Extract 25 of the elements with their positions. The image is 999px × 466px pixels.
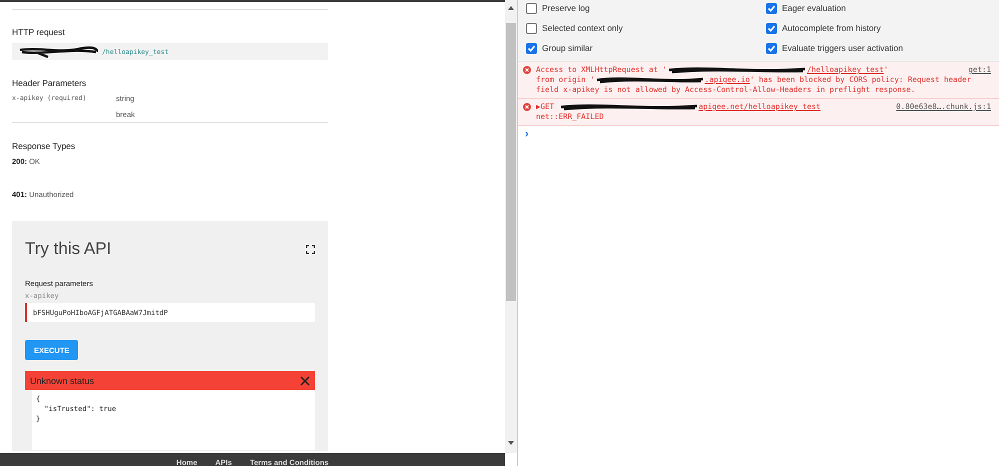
scroll-up-icon[interactable] [508,6,514,10]
panel-title: Try this API [25,239,112,259]
setting-label: Selected context only [542,23,623,33]
error-icon [523,66,531,74]
setting-label: Autocomplete from history [782,23,881,33]
error-icon [523,103,531,111]
section-heading: Response Types [12,141,76,151]
console-prompt[interactable]: › [525,128,529,140]
setting-label: Evaluate triggers user activation [782,43,903,53]
checkbox[interactable] [766,42,777,54]
checkbox[interactable] [526,2,537,14]
scroll-down-icon[interactable] [508,441,514,445]
fullscreen-icon[interactable] [306,244,315,254]
section-heading: Header Parameters [12,78,88,88]
scrollbar[interactable] [505,0,517,453]
setting-label: Group similar [542,43,593,53]
checkbox[interactable] [766,2,777,14]
checkbox[interactable] [766,22,777,34]
status-title: Unknown status [30,376,94,386]
checkbox[interactable] [526,22,537,34]
checkbox[interactable] [526,42,537,54]
section-heading: HTTP request [12,27,66,37]
setting-label: Preserve log [542,3,590,13]
setting-label: Eager evaluation [782,3,846,13]
close-icon[interactable] [300,376,310,386]
